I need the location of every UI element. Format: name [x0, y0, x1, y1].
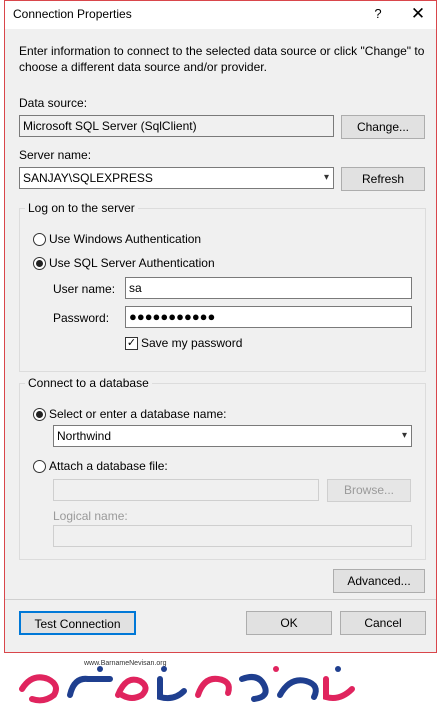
sql-auth-label[interactable]: Use SQL Server Authentication [49, 256, 215, 270]
database-group-title: Connect to a database [25, 376, 152, 390]
sql-auth-radio[interactable] [33, 257, 46, 270]
database-name-combo[interactable]: Northwind ▾ [53, 425, 412, 447]
logical-name-label: Logical name: [53, 509, 128, 523]
barnamenevisan-logo: www.BarnameNevisan.org [14, 655, 364, 705]
browse-button: Browse... [327, 479, 411, 502]
chevron-down-icon[interactable]: ▾ [324, 172, 329, 183]
logo-graphic: www.BarnameNevisan.org [19, 660, 355, 704]
username-label: User name: [53, 282, 116, 296]
password-label: Password: [53, 311, 110, 325]
data-source-field: Microsoft SQL Server (SqlClient) [19, 115, 334, 137]
cancel-button[interactable]: Cancel [340, 611, 426, 635]
select-database-label[interactable]: Select or enter a database name: [49, 407, 226, 421]
password-input[interactable]: ●●●●●●●●●●● [125, 306, 412, 328]
close-button[interactable]: ✕ [403, 1, 433, 29]
save-password-checkbox[interactable]: ✓ [125, 337, 138, 350]
advanced-button[interactable]: Advanced... [333, 569, 425, 593]
server-name-value: SANJAY\SQLEXPRESS [23, 171, 153, 185]
help-button[interactable]: ? [363, 1, 393, 29]
refresh-button[interactable]: Refresh [341, 167, 425, 191]
database-name-value: Northwind [57, 429, 112, 443]
test-connection-button[interactable]: Test Connection [19, 611, 136, 635]
ok-button[interactable]: OK [246, 611, 332, 635]
username-input[interactable]: sa [125, 277, 412, 299]
server-name-label: Server name: [19, 148, 92, 162]
windows-auth-radio[interactable] [33, 233, 46, 246]
attach-file-label[interactable]: Attach a database file: [49, 459, 168, 473]
logical-name-input [53, 525, 412, 547]
window-title: Connection Properties [13, 7, 132, 21]
connection-properties-dialog: Connection Properties ? ✕ Enter informat… [4, 0, 437, 653]
select-database-radio[interactable] [33, 408, 46, 421]
chevron-down-icon[interactable]: ▾ [402, 430, 407, 441]
footer-divider [5, 599, 436, 600]
title-bar: Connection Properties ? ✕ [5, 1, 436, 29]
change-button[interactable]: Change... [341, 115, 425, 139]
logon-group-title: Log on to the server [25, 201, 138, 215]
logo-url-text: www.BarnameNevisan.org [83, 660, 167, 667]
server-name-combo[interactable]: SANJAY\SQLEXPRESS ▾ [19, 167, 334, 189]
attach-file-input [53, 479, 319, 501]
data-source-label: Data source: [19, 96, 88, 110]
windows-auth-label[interactable]: Use Windows Authentication [49, 232, 201, 246]
instructions-text: Enter information to connect to the sele… [19, 44, 425, 74]
save-password-label[interactable]: Save my password [141, 336, 242, 350]
attach-file-radio[interactable] [33, 460, 46, 473]
